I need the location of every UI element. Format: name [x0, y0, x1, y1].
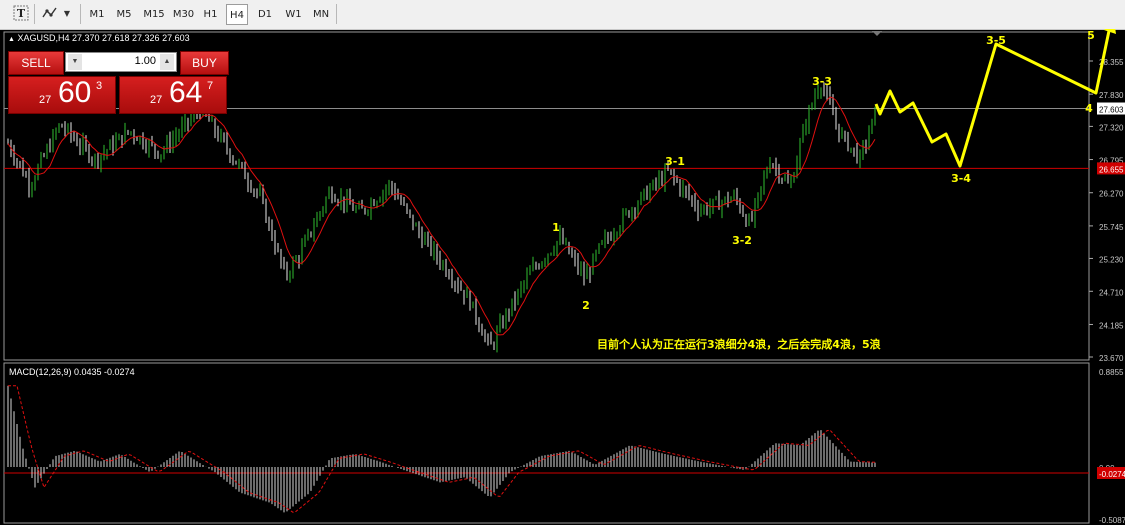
- wave-label-2: 2: [582, 299, 590, 312]
- timeframe-h1-button[interactable]: H1: [200, 4, 221, 25]
- sell-price-main: 60: [58, 76, 92, 109]
- chart-shift-marker-icon[interactable]: [872, 31, 882, 36]
- timeframe-m15-button[interactable]: M15: [141, 4, 167, 25]
- macd-title: MACD(12,26,9) 0.0435 -0.0274: [9, 367, 135, 377]
- buy-label: BUY: [192, 56, 217, 70]
- macd-axis-label: -0.5087: [1099, 516, 1125, 525]
- price-axis-label: 27.320: [1099, 123, 1124, 132]
- price-axis-label: 26.270: [1099, 190, 1124, 199]
- timeframe-m30-button[interactable]: M30: [171, 4, 196, 25]
- projected-wave-path: [874, 29, 1111, 168]
- price-axis-label: 25.230: [1099, 255, 1124, 264]
- chart-header: ▲ XAGUSD,H4 27.370 27.618 27.326 27.603: [8, 33, 190, 43]
- moving-average-line: [7, 96, 876, 336]
- lot-increase-icon[interactable]: ▲: [160, 54, 174, 70]
- wave-label-1: 1: [552, 221, 560, 234]
- wave-label-3-1: 3-1: [665, 155, 685, 168]
- buy-button[interactable]: BUY: [180, 51, 229, 75]
- symbol-label: XAGUSD,H4: [17, 33, 70, 43]
- timeframe-d1-button[interactable]: D1: [253, 4, 277, 25]
- support-price-tag-label: 26.655: [1099, 165, 1124, 174]
- price-axis-label: 24.710: [1099, 288, 1124, 297]
- sell-label: SELL: [21, 56, 51, 70]
- timeframe-h4-button[interactable]: H4: [226, 4, 248, 25]
- collapse-arrow-icon[interactable]: ▲: [8, 36, 15, 43]
- wave-label-3-3: 3-3: [812, 75, 832, 88]
- timeframe-m1-button[interactable]: M1: [86, 4, 108, 25]
- wave-label-3-5: 3-5: [986, 34, 1006, 47]
- wave-label-4: 4: [1085, 102, 1093, 115]
- dropdown-arrow-icon[interactable]: ▼: [62, 5, 72, 23]
- price-axis-label: 25.745: [1099, 223, 1124, 232]
- price-axis-label: 24.185: [1099, 321, 1124, 330]
- sell-price-prefix: 27: [39, 94, 52, 106]
- buy-price-prefix: 27: [150, 94, 163, 106]
- buy-price-box[interactable]: 27 64 7: [119, 76, 227, 114]
- sell-button[interactable]: SELL: [8, 51, 64, 75]
- wave-label-3-4: 3-4: [951, 172, 971, 185]
- macd-pane-border: [3, 362, 1090, 524]
- text-tool-icon[interactable]: T: [12, 5, 30, 23]
- macd-signal-tag-label: -0.0274: [1099, 470, 1125, 479]
- sell-price-pip: 3: [96, 80, 103, 92]
- wave-label-3-2: 3-2: [732, 234, 752, 247]
- svg-text:T: T: [17, 7, 26, 20]
- current-price-tag-label: 27.603: [1099, 106, 1124, 115]
- ohlc-values: 27.370 27.618 27.326 27.603: [71, 33, 190, 43]
- price-axis-label: 23.670: [1099, 354, 1124, 363]
- toolbar: T ▼ M1 M5 M15 M30 H1 H4 D1 W1 MN: [0, 0, 1125, 30]
- macd-axis-label: 0.8855: [1099, 368, 1124, 377]
- timeframe-m5-button[interactable]: M5: [112, 4, 136, 25]
- one-click-trading-panel: SELL ▼ 1.00 ▲ BUY 27 60 3 27 64 7: [7, 50, 229, 116]
- timeframe-mn-button[interactable]: MN: [309, 4, 333, 25]
- lot-size-spinner[interactable]: ▼ 1.00 ▲: [65, 52, 177, 72]
- macd-signal-line: [8, 385, 876, 513]
- objects-tool-icon[interactable]: [40, 5, 60, 23]
- sell-price-box[interactable]: 27 60 3: [8, 76, 116, 114]
- buy-price-main: 64: [169, 76, 203, 109]
- lot-value[interactable]: 1.00: [135, 55, 156, 67]
- wave-label-5: 5: [1087, 29, 1095, 42]
- buy-price-pip: 7: [207, 80, 214, 92]
- lot-decrease-icon[interactable]: ▼: [68, 54, 82, 70]
- timeframe-w1-button[interactable]: W1: [282, 4, 305, 25]
- wave-annotation-text: 目前个人认为正在运行3浪细分4浪，之后会完成4浪，5浪: [597, 338, 881, 351]
- price-axis-label: 27.830: [1099, 91, 1124, 100]
